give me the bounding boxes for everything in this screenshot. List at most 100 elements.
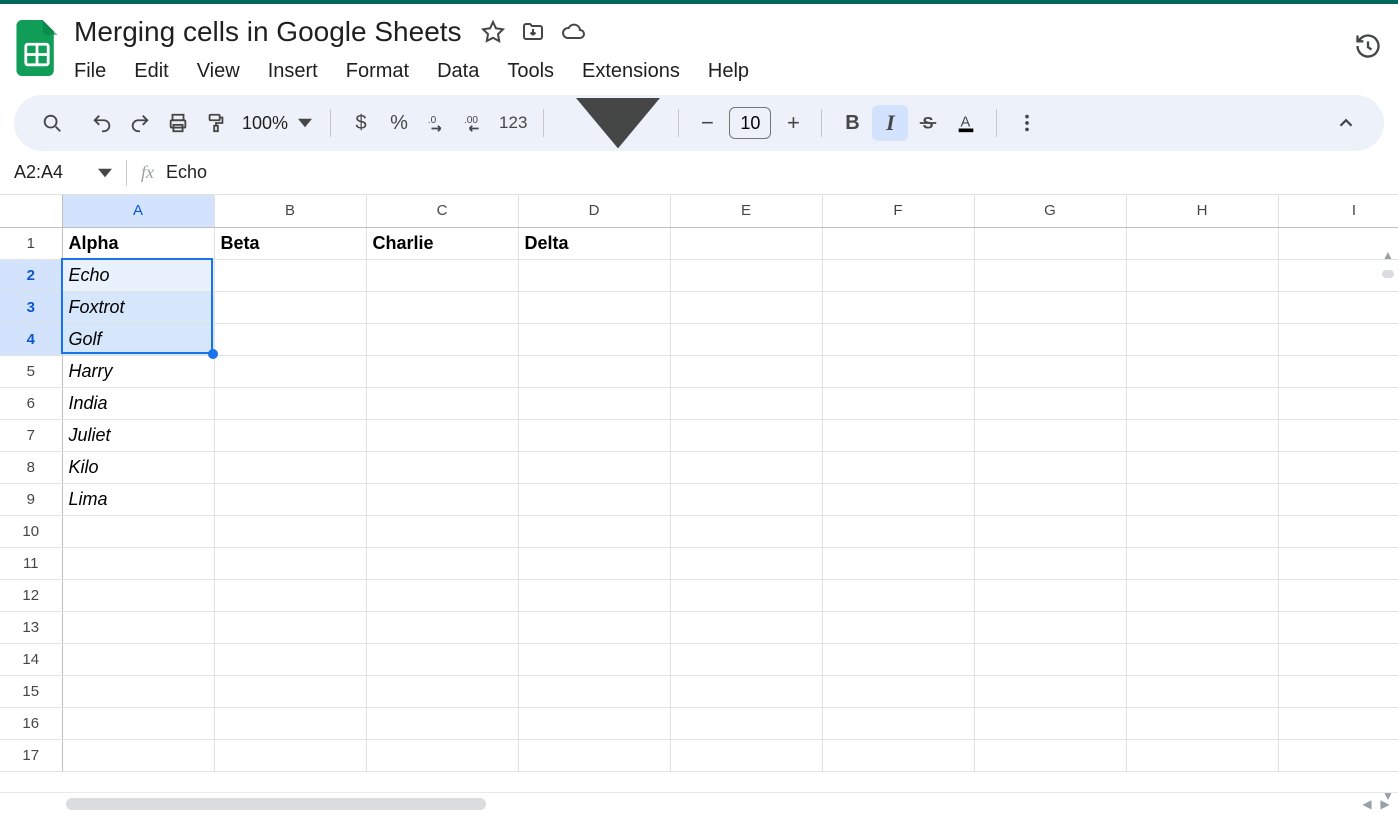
history-icon[interactable]: [1352, 30, 1384, 62]
cell-G10[interactable]: [974, 515, 1126, 547]
cell-F17[interactable]: [822, 739, 974, 771]
cell-E8[interactable]: [670, 451, 822, 483]
col-header-G[interactable]: G: [974, 195, 1126, 227]
cell-G9[interactable]: [974, 483, 1126, 515]
cell-G4[interactable]: [974, 323, 1126, 355]
cell-D11[interactable]: [518, 547, 670, 579]
cell-H17[interactable]: [1126, 739, 1278, 771]
cell-G1[interactable]: [974, 227, 1126, 259]
cell-B11[interactable]: [214, 547, 366, 579]
cell-A13[interactable]: [62, 611, 214, 643]
cell-D2[interactable]: [518, 259, 670, 291]
cloud-saved-icon[interactable]: [560, 19, 586, 45]
cell-D9[interactable]: [518, 483, 670, 515]
increase-decimal-button[interactable]: .00: [457, 105, 493, 141]
cell-D1[interactable]: Delta: [518, 227, 670, 259]
cell-A17[interactable]: [62, 739, 214, 771]
cell-G14[interactable]: [974, 643, 1126, 675]
menu-insert[interactable]: Insert: [256, 56, 330, 87]
cell-H2[interactable]: [1126, 259, 1278, 291]
cell-F5[interactable]: [822, 355, 974, 387]
row-header-7[interactable]: 7: [0, 419, 62, 451]
cell-A5[interactable]: Harry: [62, 355, 214, 387]
sheets-logo[interactable]: [14, 18, 60, 78]
cell-A3[interactable]: Foxtrot: [62, 291, 214, 323]
row-header-2[interactable]: 2: [0, 259, 62, 291]
move-to-folder-icon[interactable]: [520, 19, 546, 45]
cell-F16[interactable]: [822, 707, 974, 739]
cell-C10[interactable]: [366, 515, 518, 547]
cell-F4[interactable]: [822, 323, 974, 355]
cell-H12[interactable]: [1126, 579, 1278, 611]
cell-G3[interactable]: [974, 291, 1126, 323]
cell-H10[interactable]: [1126, 515, 1278, 547]
vscroll-down-icon[interactable]: ▼: [1379, 787, 1397, 805]
menu-extensions[interactable]: Extensions: [570, 56, 692, 87]
col-header-H[interactable]: H: [1126, 195, 1278, 227]
cell-E3[interactable]: [670, 291, 822, 323]
col-header-I[interactable]: I: [1278, 195, 1398, 227]
cell-G6[interactable]: [974, 387, 1126, 419]
cell-H8[interactable]: [1126, 451, 1278, 483]
cell-A1[interactable]: Alpha: [62, 227, 214, 259]
cell-A10[interactable]: [62, 515, 214, 547]
cell-E11[interactable]: [670, 547, 822, 579]
cell-G15[interactable]: [974, 675, 1126, 707]
cell-E9[interactable]: [670, 483, 822, 515]
search-menus-icon[interactable]: [34, 105, 70, 141]
paint-format-icon[interactable]: [198, 105, 234, 141]
cell-B2[interactable]: [214, 259, 366, 291]
cell-F10[interactable]: [822, 515, 974, 547]
print-icon[interactable]: [160, 105, 196, 141]
cell-C8[interactable]: [366, 451, 518, 483]
row-header-10[interactable]: 10: [0, 515, 62, 547]
cell-E4[interactable]: [670, 323, 822, 355]
cell-G16[interactable]: [974, 707, 1126, 739]
cell-C11[interactable]: [366, 547, 518, 579]
row-header-15[interactable]: 15: [0, 675, 62, 707]
vscroll-up-icon[interactable]: ▲: [1379, 246, 1397, 264]
font-family-select[interactable]: Defaul...: [556, 98, 666, 148]
cell-F14[interactable]: [822, 643, 974, 675]
cell-G12[interactable]: [974, 579, 1126, 611]
cell-H11[interactable]: [1126, 547, 1278, 579]
menu-edit[interactable]: Edit: [122, 56, 180, 87]
cell-A16[interactable]: [62, 707, 214, 739]
cell-D17[interactable]: [518, 739, 670, 771]
select-all-corner[interactable]: [0, 195, 62, 227]
cell-A11[interactable]: [62, 547, 214, 579]
menu-tools[interactable]: Tools: [495, 56, 566, 87]
cell-E2[interactable]: [670, 259, 822, 291]
cell-B10[interactable]: [214, 515, 366, 547]
row-header-16[interactable]: 16: [0, 707, 62, 739]
cell-H1[interactable]: [1126, 227, 1278, 259]
cell-D7[interactable]: [518, 419, 670, 451]
cell-B5[interactable]: [214, 355, 366, 387]
cell-C2[interactable]: [366, 259, 518, 291]
cell-C17[interactable]: [366, 739, 518, 771]
undo-icon[interactable]: [84, 105, 120, 141]
currency-format-button[interactable]: $: [343, 105, 379, 141]
cell-D14[interactable]: [518, 643, 670, 675]
cell-C4[interactable]: [366, 323, 518, 355]
cell-E6[interactable]: [670, 387, 822, 419]
cell-F6[interactable]: [822, 387, 974, 419]
col-header-F[interactable]: F: [822, 195, 974, 227]
cell-H13[interactable]: [1126, 611, 1278, 643]
col-header-D[interactable]: D: [518, 195, 670, 227]
cell-A9[interactable]: Lima: [62, 483, 214, 515]
cell-D10[interactable]: [518, 515, 670, 547]
cell-C16[interactable]: [366, 707, 518, 739]
cell-D5[interactable]: [518, 355, 670, 387]
cell-D8[interactable]: [518, 451, 670, 483]
menu-data[interactable]: Data: [425, 56, 491, 87]
horizontal-scrollbar[interactable]: ◀ ▶: [0, 792, 1398, 814]
cell-B8[interactable]: [214, 451, 366, 483]
cell-B14[interactable]: [214, 643, 366, 675]
cell-F7[interactable]: [822, 419, 974, 451]
cell-C15[interactable]: [366, 675, 518, 707]
cell-C5[interactable]: [366, 355, 518, 387]
cell-C9[interactable]: [366, 483, 518, 515]
cell-H15[interactable]: [1126, 675, 1278, 707]
cell-B12[interactable]: [214, 579, 366, 611]
